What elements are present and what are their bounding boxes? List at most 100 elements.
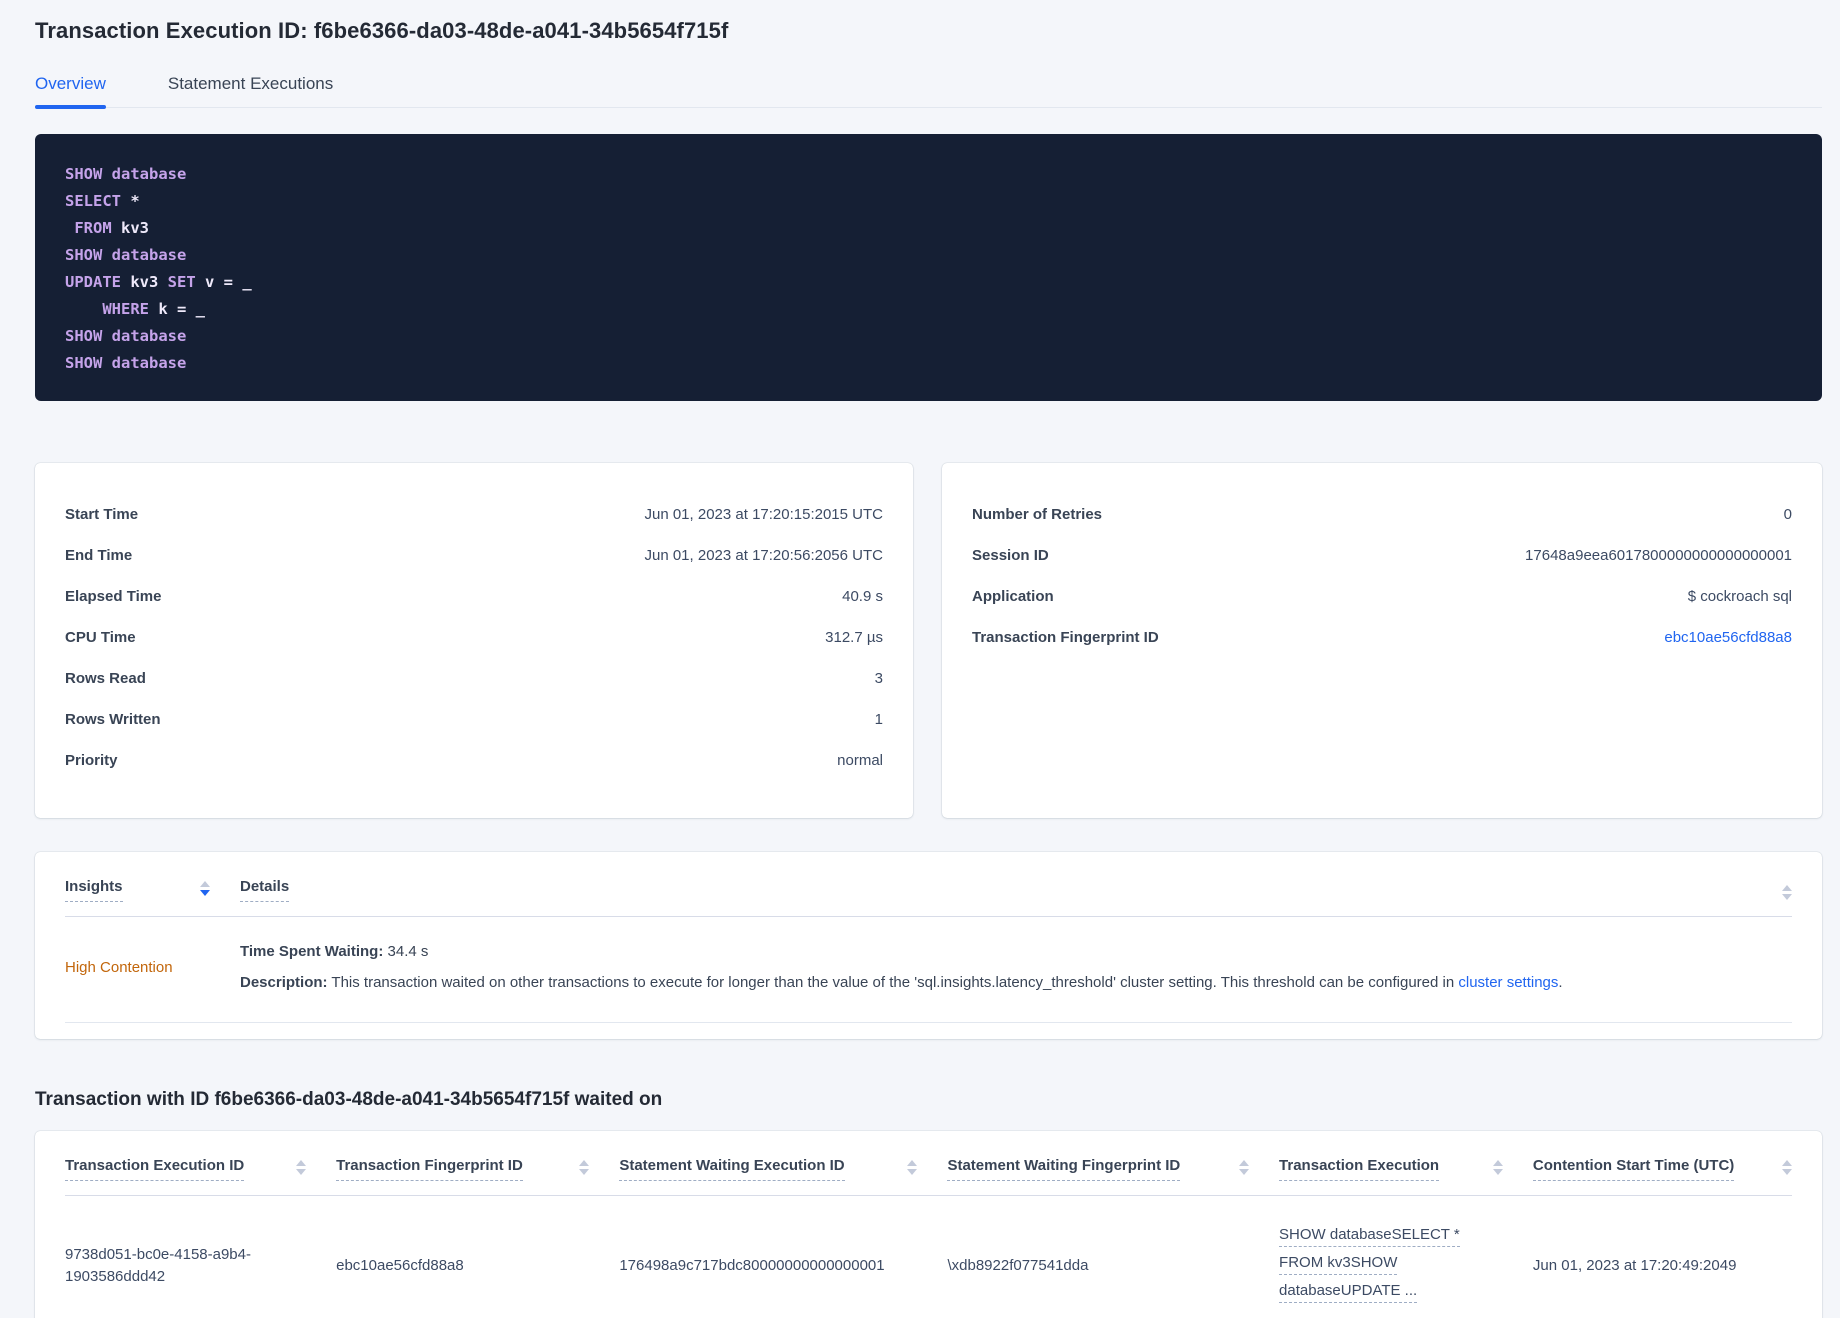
- summary-row: Priority normal: [65, 751, 883, 771]
- summary-label: Number of Retries: [972, 506, 1103, 523]
- sort-up-arrow: [1782, 1160, 1792, 1166]
- sort-icon-insights[interactable]: [200, 881, 210, 902]
- summary-row: Number of Retries 0: [972, 505, 1792, 525]
- cell-statement-waiting-execution-id: 176498a9c717bdc80000000000000001: [619, 1195, 948, 1318]
- summary-label: Priority: [65, 752, 118, 769]
- summary-value: 0: [1783, 506, 1792, 523]
- sort-up-arrow: [296, 1160, 307, 1166]
- waited-column-label[interactable]: Contention Start Time (UTC): [1532, 1157, 1735, 1181]
- summary-row: Session ID 17648a9eea60178000000000000000…: [972, 546, 1792, 566]
- summary-cards-row: Start Time Jun 01, 2023 at 17:20:15:2015 …: [35, 463, 1822, 818]
- transaction-execution-page: Transaction Execution ID: f6be6366-da03-…: [0, 0, 1840, 1318]
- summary-row: CPU Time 312.7 µs: [65, 628, 883, 648]
- sql-statement-line: SELECT *: [65, 188, 1792, 215]
- waited-column-header[interactable]: Transaction Fingerprint ID: [336, 1131, 620, 1196]
- cell-transaction-fingerprint-id: ebc10ae56cfd88a8: [336, 1195, 620, 1318]
- sql-statement-line: SHOW database: [65, 323, 1792, 350]
- sort-icon-1[interactable]: [296, 1160, 307, 1175]
- sort-icon-5[interactable]: [1492, 1160, 1503, 1175]
- cluster-settings-link[interactable]: cluster settings: [1458, 974, 1558, 991]
- insight-row: High Contention Time Spent Waiting: 34.4…: [65, 917, 1792, 1023]
- sort-down-arrow: [296, 1169, 307, 1175]
- sql-statement-line: UPDATE kv3 SET v = _: [65, 269, 1792, 296]
- page-title: Transaction Execution ID: f6be6366-da03-…: [35, 18, 729, 43]
- summary-value: 3: [874, 670, 883, 687]
- waited-column-header[interactable]: Transaction Execution ID: [65, 1131, 337, 1196]
- details-column-header[interactable]: Details: [240, 878, 1782, 902]
- summary-row: Elapsed Time 40.9 s: [65, 587, 883, 607]
- waited-column-label[interactable]: Transaction Execution: [1279, 1157, 1440, 1181]
- tab-overview[interactable]: Overview: [35, 74, 106, 109]
- summary-label: Session ID: [972, 547, 1049, 564]
- sort-up-arrow: [1239, 1160, 1250, 1166]
- sort-icon-2[interactable]: [579, 1160, 590, 1175]
- description-text: This transaction waited on other transac…: [327, 974, 1459, 991]
- description-line: Description: This transaction waited on …: [240, 973, 1792, 993]
- sql-text: v = _: [195, 273, 252, 291]
- insights-column-label[interactable]: Insights: [65, 878, 123, 902]
- summary-label: Rows Written: [65, 711, 161, 728]
- sql-keyword: SET: [167, 273, 196, 291]
- summary-value: 40.9 s: [842, 588, 883, 605]
- insights-extra-sort[interactable]: [1782, 878, 1792, 900]
- waited-column-header[interactable]: Contention Start Time (UTC): [1532, 1131, 1792, 1196]
- sort-icon-3[interactable]: [907, 1160, 918, 1175]
- insights-column-header[interactable]: Insights: [65, 878, 240, 902]
- summary-row: Transaction Fingerprint ID ebc10ae56cfd88…: [972, 628, 1792, 648]
- summary-label: Elapsed Time: [65, 588, 162, 605]
- waited-column-label[interactable]: Transaction Fingerprint ID: [336, 1157, 523, 1181]
- summary-label: CPU Time: [65, 629, 136, 646]
- cell-transaction-execution-id: 9738d051-bc0e-4158-a9b4-1903586ddd42: [65, 1195, 337, 1318]
- transaction-execution-link[interactable]: databaseUPDATE ...: [1279, 1280, 1418, 1303]
- details-column-label[interactable]: Details: [240, 878, 290, 902]
- transaction-sql-box: SHOW database SELECT * FROM kv3 SHOW datab…: [35, 134, 1822, 401]
- sql-text: k = _: [149, 300, 205, 318]
- sort-down-arrow: [1492, 1169, 1503, 1175]
- cell-statement-waiting-fingerprint-id: \xdb8922f077541dda: [947, 1195, 1280, 1318]
- sql-keyword: SHOW: [65, 327, 103, 345]
- summary-label: Start Time: [65, 506, 139, 523]
- waited-column-label[interactable]: Transaction Execution ID: [65, 1157, 245, 1181]
- cell-contention-start-time: Jun 01, 2023 at 17:20:49:2049: [1532, 1195, 1792, 1318]
- sql-keyword: UPDATE: [65, 273, 121, 291]
- insights-table-header: Insights Details: [65, 852, 1792, 917]
- sql-statement-line: WHERE k = _: [65, 296, 1792, 323]
- sql-keyword: SHOW: [65, 246, 103, 264]
- sql-keyword: database: [111, 354, 187, 372]
- waited-column-header[interactable]: Statement Waiting Fingerprint ID: [947, 1131, 1280, 1196]
- summary-row: Rows Read 3: [65, 669, 883, 689]
- insights-card: Insights Details High Contention Time Sp…: [35, 852, 1822, 1039]
- sql-statement-line: SHOW database: [65, 350, 1792, 377]
- sql-statement-line: FROM kv3: [65, 215, 1792, 242]
- sql-statement-line: SHOW database: [65, 242, 1792, 269]
- summary-label: Transaction Fingerprint ID: [972, 629, 1159, 646]
- sql-keyword: SELECT: [65, 192, 121, 210]
- summary-label: End Time: [65, 547, 133, 564]
- waited-column-header[interactable]: Statement Waiting Execution ID: [619, 1131, 948, 1196]
- summary-value: 17648a9eea6017800000000000000001: [1525, 547, 1792, 564]
- waited-on-card: Transaction Execution ID Transaction Fing…: [35, 1131, 1822, 1318]
- session-summary-card: Number of Retries 0 Session ID 17648a9eea60…: [942, 463, 1822, 818]
- waited-on-table: Transaction Execution ID Transaction Fing…: [65, 1131, 1792, 1318]
- description-label: Description:: [240, 974, 328, 991]
- tab-bar: Overview Statement Executions: [35, 74, 1822, 109]
- waited-column-header[interactable]: Transaction Execution: [1279, 1131, 1533, 1196]
- summary-row: Start Time Jun 01, 2023 at 17:20:15:2015 …: [65, 505, 883, 525]
- sort-down-arrow: [1239, 1169, 1250, 1175]
- waited-column-label[interactable]: Statement Waiting Fingerprint ID: [947, 1157, 1181, 1181]
- sql-keyword: database: [111, 327, 187, 345]
- sort-icon-extra[interactable]: [1782, 885, 1792, 900]
- waited-column-label[interactable]: Statement Waiting Execution ID: [619, 1157, 845, 1181]
- tab-statement-executions[interactable]: Statement Executions: [168, 74, 333, 107]
- transaction-execution-link[interactable]: SHOW databaseSELECT *: [1279, 1224, 1460, 1247]
- sort-icon-4[interactable]: [1239, 1160, 1250, 1175]
- transaction-execution-link[interactable]: FROM kv3SHOW: [1279, 1252, 1398, 1275]
- sql-keyword: SHOW: [65, 165, 103, 183]
- fingerprint-link[interactable]: ebc10ae56cfd88a8: [1664, 628, 1792, 648]
- sort-icon-6[interactable]: [1782, 1160, 1792, 1175]
- summary-value: $ cockroach sql: [1687, 588, 1792, 605]
- summary-value: 1: [874, 711, 883, 728]
